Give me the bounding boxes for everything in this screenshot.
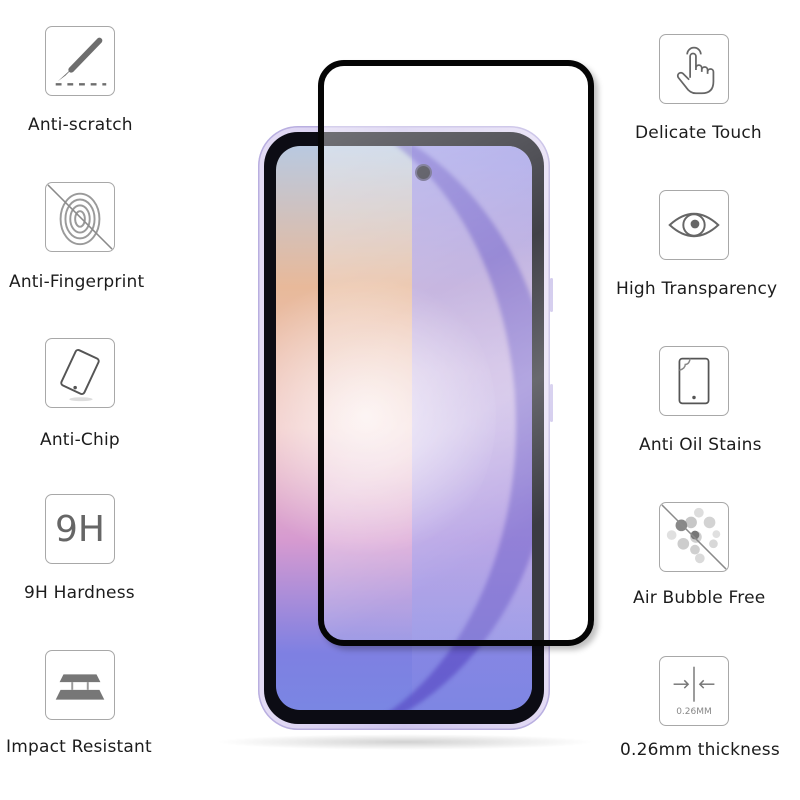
- scalpel-scratch-icon: [45, 26, 115, 96]
- fingerprint-crossed-icon: [45, 182, 115, 252]
- thickness-icon: 0.26MM: [659, 656, 729, 726]
- feature-label: Delicate Touch: [635, 123, 762, 143]
- feature-label: 9H Hardness: [24, 583, 135, 603]
- 9h-icon-text: 9H: [55, 508, 105, 550]
- feature-label: Anti-Chip: [40, 430, 120, 450]
- feature-label: Air Bubble Free: [633, 588, 766, 608]
- screen-protector-glass: [318, 60, 594, 646]
- feature-label: Anti Oil Stains: [639, 435, 762, 455]
- phone-stain-icon: [659, 346, 729, 416]
- 9h-icon: 9H: [45, 494, 115, 564]
- glass-sheen: [324, 66, 588, 640]
- phone-shadow: [215, 734, 595, 750]
- feature-label: 0.26mm thickness: [620, 740, 780, 760]
- thickness-icon-text: 0.26MM: [676, 707, 712, 717]
- tilted-phone-icon: [45, 338, 115, 408]
- impact-layers-icon: [45, 650, 115, 720]
- feature-label: High Transparency: [616, 279, 778, 299]
- eye-icon: [659, 190, 729, 260]
- feature-label: Impact Resistant: [6, 737, 152, 757]
- feature-label: Anti-Fingerprint: [9, 272, 145, 292]
- bubbles-crossed-icon: [659, 502, 729, 572]
- feature-label: Anti-scratch: [28, 115, 133, 135]
- touch-hand-icon: [659, 34, 729, 104]
